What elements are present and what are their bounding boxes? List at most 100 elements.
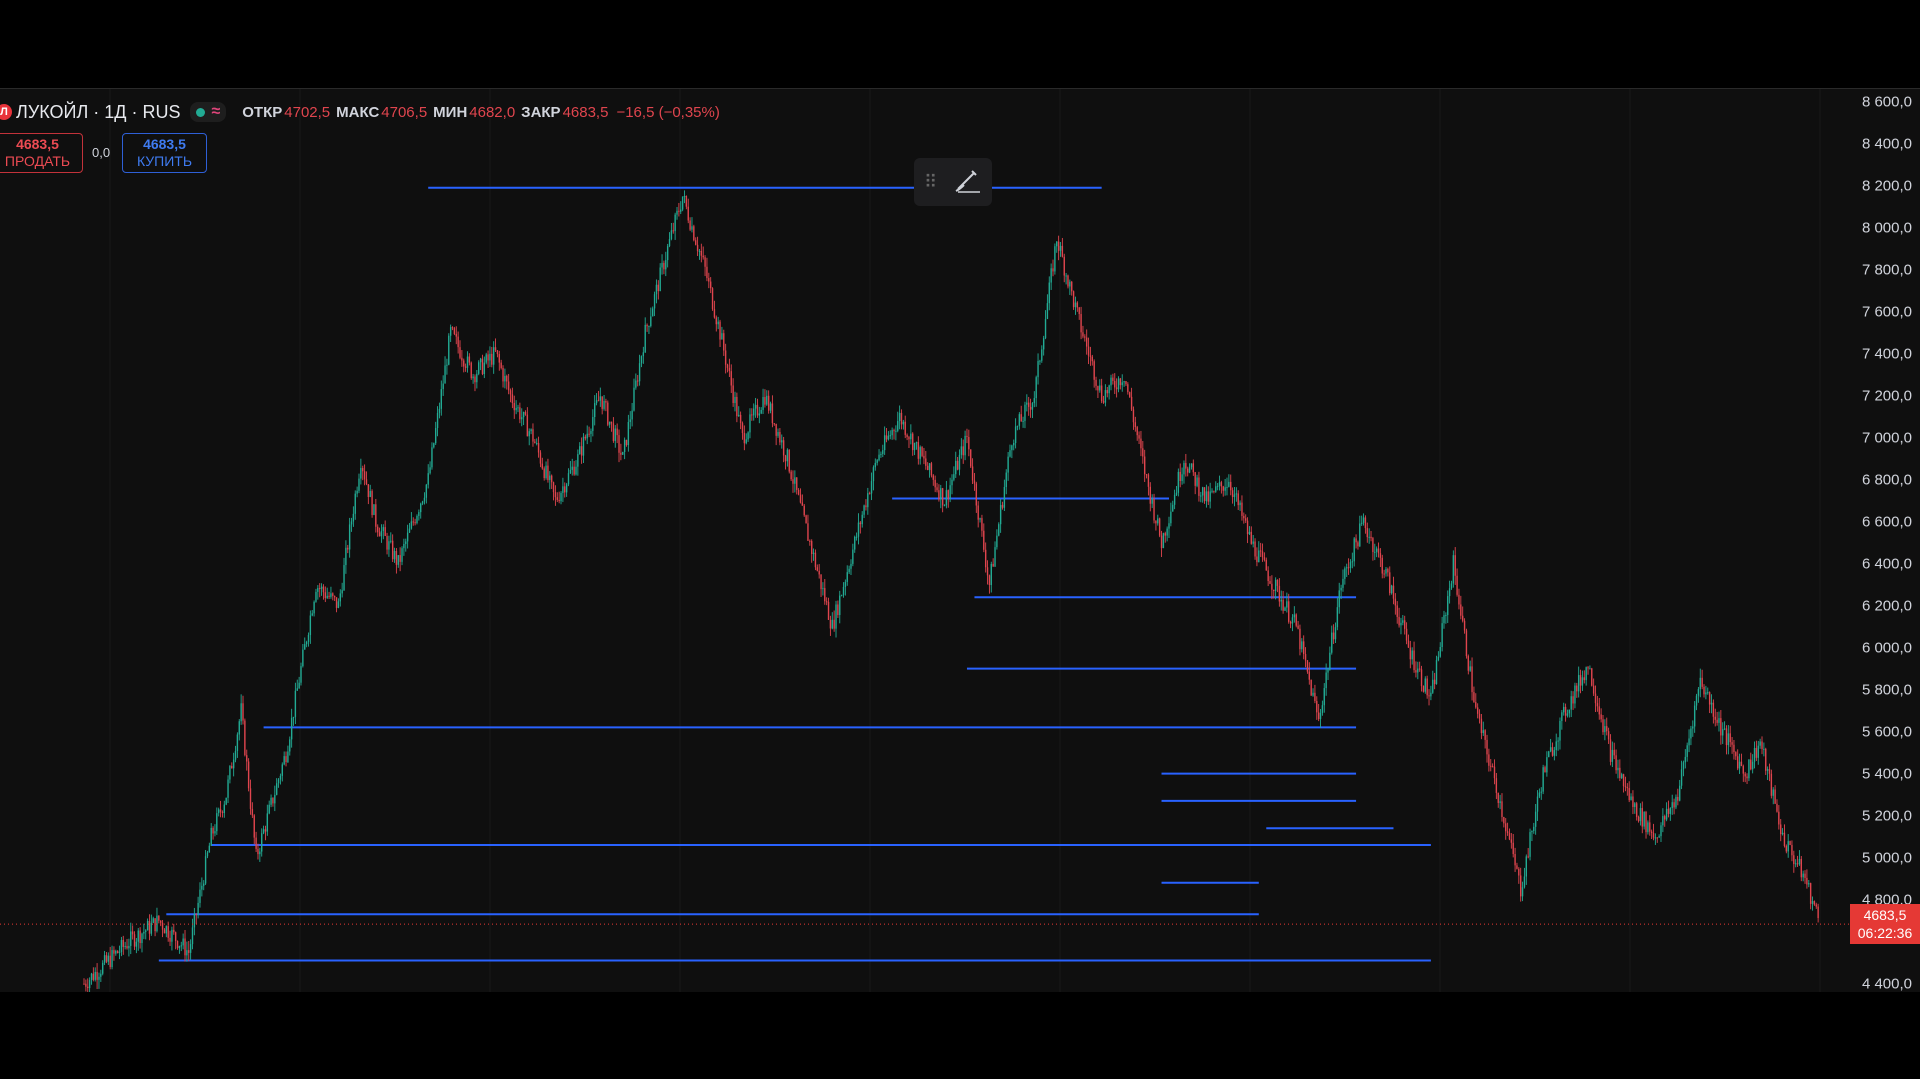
price-axis-label: 6 600,0 bbox=[1861, 513, 1912, 531]
sell-button[interactable]: 4683,5 ПРОДАТЬ bbox=[0, 133, 83, 173]
candle-body bbox=[1693, 705, 1696, 727]
candle-body bbox=[777, 432, 779, 436]
candle-body bbox=[416, 515, 418, 523]
candle-body bbox=[953, 474, 955, 480]
candle-body bbox=[1469, 666, 1471, 671]
candle-body bbox=[1288, 601, 1290, 622]
candlestick-chart-svg[interactable] bbox=[0, 89, 1920, 992]
candle-body bbox=[393, 550, 396, 560]
candle-body bbox=[169, 937, 171, 942]
candle-body bbox=[219, 809, 222, 812]
candle-body bbox=[1072, 291, 1075, 308]
candle-body bbox=[1503, 817, 1505, 824]
candle-body bbox=[1634, 803, 1636, 808]
candle-body bbox=[1400, 622, 1402, 626]
brush-icon[interactable] bbox=[952, 165, 982, 200]
candle-body bbox=[214, 831, 216, 834]
candle-body bbox=[998, 524, 1000, 536]
candle-body bbox=[333, 596, 336, 598]
candle-body bbox=[1566, 713, 1569, 716]
candle-body bbox=[1117, 378, 1120, 390]
candle-body bbox=[1622, 774, 1625, 787]
candle-body bbox=[889, 435, 891, 437]
candle-body bbox=[840, 595, 843, 597]
candle-body bbox=[1570, 696, 1572, 710]
candle-body bbox=[414, 522, 416, 524]
candle-body bbox=[1185, 463, 1187, 469]
symbol-title[interactable]: ЛУКОЙЛ · 1Д · RUS bbox=[16, 102, 180, 123]
candle-body bbox=[852, 549, 854, 564]
candle-body bbox=[1664, 816, 1666, 820]
floating-drawing-toolbar[interactable]: ⠿ bbox=[914, 158, 992, 206]
candle-body bbox=[1695, 695, 1698, 706]
candle-body bbox=[674, 214, 676, 232]
candle-body bbox=[1529, 832, 1531, 857]
candle-body bbox=[850, 563, 852, 569]
candle-body bbox=[1312, 692, 1314, 696]
candle-body bbox=[625, 439, 628, 446]
candle-body bbox=[1437, 656, 1440, 661]
candle-body bbox=[1334, 627, 1337, 640]
candle-body bbox=[1087, 346, 1090, 356]
candle-body bbox=[347, 547, 349, 550]
candle-body bbox=[638, 363, 641, 382]
candle-body bbox=[956, 460, 959, 470]
candle-body bbox=[882, 450, 884, 454]
low-value: 4682,0 bbox=[469, 103, 516, 121]
candle-body bbox=[990, 563, 992, 586]
candle-body bbox=[984, 549, 987, 568]
candle-body bbox=[139, 930, 141, 944]
candle-body bbox=[1780, 824, 1782, 835]
candle-body bbox=[807, 523, 809, 541]
candle-body bbox=[358, 478, 360, 491]
candle-body bbox=[478, 362, 480, 374]
candle-body bbox=[384, 527, 386, 536]
market-status-pill[interactable]: ≈ bbox=[190, 102, 227, 122]
candle-body bbox=[773, 423, 775, 425]
candle-body bbox=[1519, 875, 1522, 897]
candle-body bbox=[311, 613, 313, 616]
candle-body bbox=[547, 465, 549, 481]
candle-body bbox=[1538, 792, 1541, 797]
candle-body bbox=[1026, 402, 1028, 405]
candle-body bbox=[1029, 406, 1032, 410]
candle-body bbox=[1003, 486, 1006, 508]
buy-button[interactable]: 4683,5 КУПИТЬ bbox=[122, 133, 207, 173]
candle-body bbox=[1557, 740, 1559, 742]
candle-body bbox=[1390, 585, 1393, 594]
candle-body bbox=[365, 479, 368, 485]
candle-body bbox=[1175, 492, 1178, 495]
candle-body bbox=[633, 387, 635, 411]
candle-body bbox=[1013, 442, 1015, 446]
candle-body bbox=[1394, 598, 1397, 606]
drag-handle-icon[interactable]: ⠿ bbox=[924, 172, 942, 193]
candle-body bbox=[1222, 486, 1224, 491]
price-chart[interactable] bbox=[0, 89, 1920, 992]
candle-body bbox=[1201, 487, 1204, 496]
candle-body bbox=[1677, 796, 1679, 801]
candle-body bbox=[1579, 675, 1582, 686]
candle-body bbox=[934, 479, 936, 488]
candle-body bbox=[1009, 450, 1011, 457]
candle-body bbox=[683, 196, 686, 198]
candle-body bbox=[238, 721, 240, 735]
candle-body bbox=[1738, 761, 1741, 769]
candle-body bbox=[1024, 404, 1026, 421]
candle-body bbox=[796, 477, 798, 490]
candle-body bbox=[1375, 548, 1378, 552]
candle-body bbox=[1583, 677, 1585, 681]
candle-body bbox=[700, 250, 703, 256]
candle-body bbox=[1452, 555, 1455, 584]
candle-body bbox=[1085, 337, 1088, 347]
candle-body bbox=[1714, 716, 1716, 720]
candle-body bbox=[781, 440, 783, 443]
candle-body bbox=[438, 408, 441, 413]
candle-body bbox=[829, 619, 832, 629]
candle-body bbox=[232, 759, 235, 769]
candle-body bbox=[1727, 733, 1730, 746]
candle-body bbox=[1230, 481, 1232, 491]
horizontal-level-lines[interactable] bbox=[158, 186, 1431, 962]
candle-body bbox=[655, 284, 658, 295]
candle-body bbox=[571, 466, 573, 470]
candle-body bbox=[610, 421, 613, 424]
